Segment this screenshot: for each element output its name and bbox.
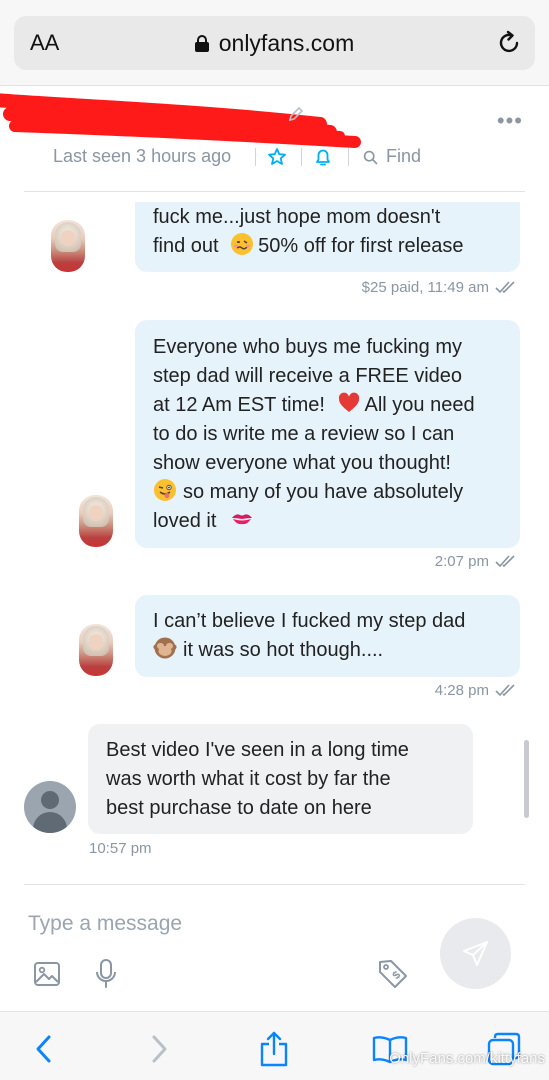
message-meta: 2:07 pm (435, 553, 519, 570)
divider (301, 148, 302, 166)
url-bar[interactable]: AA onlyfans.com (14, 16, 535, 70)
double-check-icon (495, 555, 515, 568)
double-check-icon (495, 281, 515, 294)
message-line: Best video I've seen in a long time (106, 739, 409, 761)
message-bubble: Everyone who buys me fucking my step dad… (135, 320, 520, 548)
message-line: Everyone who buys me fucking my (153, 336, 463, 358)
message-bubble: Best video I've seen in a long time was … (88, 724, 473, 834)
send-button[interactable] (440, 918, 511, 989)
url-domain[interactable]: onlyfans.com (14, 30, 535, 57)
browser-toolbar (0, 1011, 549, 1080)
message-meta: 4:28 pm (435, 682, 519, 699)
message-line: step dad will receive a FREE video (153, 365, 463, 387)
message-line: at 12 Am EST time! All you need (153, 391, 506, 420)
chat-header: ••• Last seen 3 hours ago Find (0, 86, 549, 192)
more-options-icon[interactable]: ••• (497, 108, 523, 134)
watermark: OnlyFans.com/kittyfans (389, 1050, 545, 1067)
double-check-icon (495, 684, 515, 697)
image-icon[interactable] (33, 960, 61, 988)
domain-text: onlyfans.com (218, 30, 355, 56)
creator-avatar[interactable] (79, 624, 113, 676)
microphone-icon[interactable] (93, 958, 119, 990)
message-input[interactable] (28, 908, 428, 940)
composer-divider (24, 884, 525, 885)
header-divider (24, 191, 525, 192)
share-icon[interactable] (259, 1030, 289, 1068)
winking-tongue-emoji-icon (154, 479, 176, 501)
creator-avatar[interactable] (79, 495, 113, 547)
creator-avatar[interactable] (51, 220, 85, 272)
message-line: show everyone what you thought! (153, 452, 451, 474)
divider (348, 148, 349, 166)
reload-icon[interactable] (495, 29, 523, 57)
send-icon (463, 941, 488, 966)
bell-icon[interactable] (314, 147, 332, 167)
message-line: was worth what it cost by far the (106, 768, 391, 790)
message-line: best purchase to date on here (106, 797, 372, 819)
find-button[interactable]: Find (386, 146, 421, 167)
price-tag-icon[interactable]: $ (377, 958, 409, 990)
back-icon[interactable] (33, 1034, 55, 1064)
message-line: fuck me...just hope mom doesn't (153, 206, 441, 228)
see-no-evil-monkey-emoji-icon (153, 637, 177, 659)
message-line: it was so hot though.... (153, 636, 506, 665)
message-meta: $25 paid, 11:49 am (362, 279, 519, 296)
last-seen-status: Last seen 3 hours ago (53, 146, 232, 166)
browser-address-area: AA onlyfans.com (0, 0, 549, 86)
forward-icon[interactable] (148, 1034, 170, 1064)
lock-icon (194, 35, 209, 52)
message-bubble: I can’t believe I fucked my step dad it … (135, 595, 520, 677)
kiss-mark-emoji-icon (231, 514, 252, 525)
message-line: I can’t believe I fucked my step dad (153, 610, 466, 632)
fan-avatar[interactable] (24, 781, 76, 833)
red-heart-emoji-icon (338, 392, 359, 412)
woozy-face-emoji-icon (231, 233, 254, 255)
divider (255, 148, 256, 166)
message-line: find out 50% off for first release (153, 232, 504, 261)
pencil-icon[interactable] (288, 106, 304, 122)
message-bubble: fuck me...just hope mom doesn't find out… (135, 202, 520, 272)
search-icon[interactable] (363, 150, 378, 165)
message-line: to do is write me a review so I can (153, 423, 455, 445)
message-meta: 10:57 pm (89, 840, 152, 857)
message-line: so many of you have absolutely (153, 478, 506, 507)
star-icon[interactable] (267, 147, 287, 167)
message-line: loved it (153, 507, 506, 536)
scrollbar-thumb[interactable] (524, 740, 529, 818)
